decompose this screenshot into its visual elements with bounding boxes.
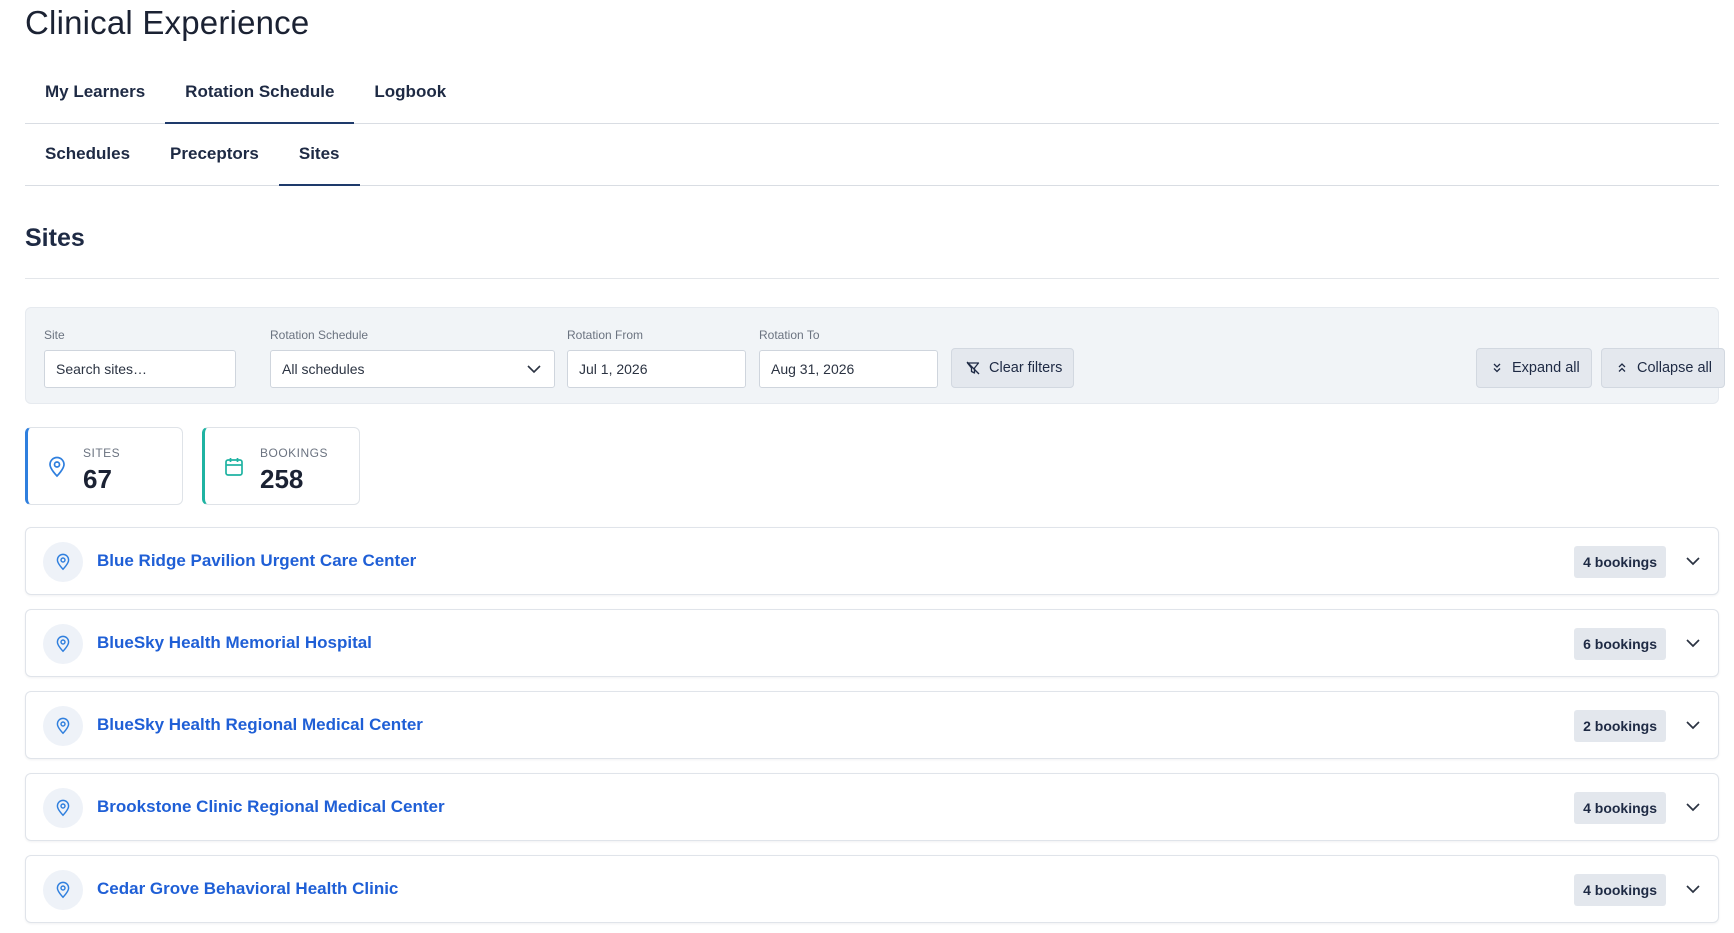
section-title: Sites bbox=[25, 224, 85, 252]
chevron-down-icon[interactable] bbox=[1684, 716, 1702, 734]
sites-stat-value: 67 bbox=[83, 464, 112, 494]
schedule-select-value: All schedules bbox=[282, 361, 365, 377]
site-pin-badge bbox=[43, 788, 83, 828]
chevron-down-icon[interactable] bbox=[1684, 552, 1702, 570]
to-filter-label: Rotation To bbox=[759, 328, 820, 342]
tab-schedules[interactable]: Schedules bbox=[25, 124, 150, 186]
bookings-count-badge: 4 bookings bbox=[1574, 792, 1666, 824]
site-row[interactable]: Cedar Grove Behavioral Health Clinic 4 b… bbox=[25, 855, 1719, 923]
site-search-input[interactable] bbox=[44, 350, 236, 388]
page: Clinical Experience My Learners Rotation… bbox=[0, 0, 1734, 933]
sites-stat-label: SITES bbox=[83, 446, 121, 460]
primary-tabs: My Learners Rotation Schedule Logbook bbox=[25, 62, 1719, 124]
collapse-all-button[interactable]: Collapse all bbox=[1601, 348, 1725, 388]
rotation-from-input[interactable]: Jul 1, 2026 bbox=[567, 350, 746, 388]
site-pin-badge bbox=[43, 870, 83, 910]
site-row[interactable]: BlueSky Health Memorial Hospital 6 booki… bbox=[25, 609, 1719, 677]
app-title: Clinical Experience bbox=[25, 4, 310, 41]
expand-all-button[interactable]: Expand all bbox=[1476, 348, 1592, 388]
bookings-stat-value: 258 bbox=[260, 464, 304, 494]
site-name[interactable]: BlueSky Health Memorial Hospital bbox=[97, 633, 372, 653]
collapse-all-label: Collapse all bbox=[1637, 360, 1712, 376]
map-pin-icon bbox=[56, 635, 70, 653]
chevrons-down-icon bbox=[1493, 363, 1501, 373]
site-name[interactable]: BlueSky Health Regional Medical Center bbox=[97, 715, 423, 735]
rotation-from-value: Jul 1, 2026 bbox=[579, 361, 648, 377]
section-divider bbox=[25, 278, 1719, 279]
filter-bar: Site Rotation Schedule All schedules Rot… bbox=[25, 307, 1725, 404]
tab-logbook[interactable]: Logbook bbox=[354, 62, 466, 124]
bookings-stat-label: BOOKINGS bbox=[260, 446, 329, 460]
map-pin-icon bbox=[56, 881, 70, 899]
map-pin-icon bbox=[56, 799, 70, 817]
site-name[interactable]: Cedar Grove Behavioral Health Clinic bbox=[97, 879, 398, 899]
site-row[interactable]: Brookstone Clinic Regional Medical Cente… bbox=[25, 773, 1719, 841]
filter-off-icon bbox=[966, 361, 980, 375]
bookings-count-badge: 6 bookings bbox=[1574, 628, 1666, 660]
clear-filters-button[interactable]: Clear filters bbox=[951, 348, 1074, 388]
rotation-to-value: Aug 31, 2026 bbox=[771, 361, 855, 377]
site-filter-label: Site bbox=[44, 328, 65, 342]
bookings-stat-card: BOOKINGS 258 bbox=[202, 427, 360, 505]
tab-my-learners[interactable]: My Learners bbox=[25, 62, 165, 124]
tab-sites[interactable]: Sites bbox=[278, 124, 360, 186]
schedule-select[interactable]: All schedules bbox=[270, 350, 555, 388]
chevron-down-icon bbox=[527, 365, 541, 374]
secondary-tabs: Schedules Preceptors Sites bbox=[25, 124, 1719, 186]
map-pin-icon bbox=[56, 717, 70, 735]
clear-filters-label: Clear filters bbox=[989, 360, 1063, 376]
bookings-count-badge: 4 bookings bbox=[1574, 546, 1666, 578]
chevron-down-icon[interactable] bbox=[1684, 880, 1702, 898]
map-pin-icon bbox=[56, 553, 70, 571]
schedule-filter-label: Rotation Schedule bbox=[270, 328, 369, 342]
site-row[interactable]: BlueSky Health Regional Medical Center 2… bbox=[25, 691, 1719, 759]
site-pin-badge bbox=[43, 624, 83, 664]
site-name[interactable]: Blue Ridge Pavilion Urgent Care Center bbox=[97, 551, 416, 571]
tab-preceptors[interactable]: Preceptors bbox=[150, 124, 279, 186]
map-pin-icon bbox=[49, 456, 65, 478]
tab-rotation-schedule[interactable]: Rotation Schedule bbox=[165, 62, 355, 124]
site-name[interactable]: Brookstone Clinic Regional Medical Cente… bbox=[97, 797, 445, 817]
site-pin-badge bbox=[43, 542, 83, 582]
chevrons-up-icon bbox=[1618, 363, 1626, 372]
rotation-to-input[interactable]: Aug 31, 2026 bbox=[759, 350, 938, 388]
chevron-down-icon[interactable] bbox=[1684, 634, 1702, 652]
bookings-count-badge: 4 bookings bbox=[1574, 874, 1666, 906]
bookings-count-badge: 2 bookings bbox=[1574, 710, 1666, 742]
site-pin-badge bbox=[43, 706, 83, 746]
expand-all-label: Expand all bbox=[1512, 360, 1580, 376]
calendar-icon bbox=[225, 458, 243, 476]
sites-stat-card: SITES 67 bbox=[25, 427, 183, 505]
chevron-down-icon[interactable] bbox=[1684, 798, 1702, 816]
site-row[interactable]: Blue Ridge Pavilion Urgent Care Center 4… bbox=[25, 527, 1719, 595]
site-list: Blue Ridge Pavilion Urgent Care Center 4… bbox=[25, 527, 1719, 933]
from-filter-label: Rotation From bbox=[567, 328, 644, 342]
